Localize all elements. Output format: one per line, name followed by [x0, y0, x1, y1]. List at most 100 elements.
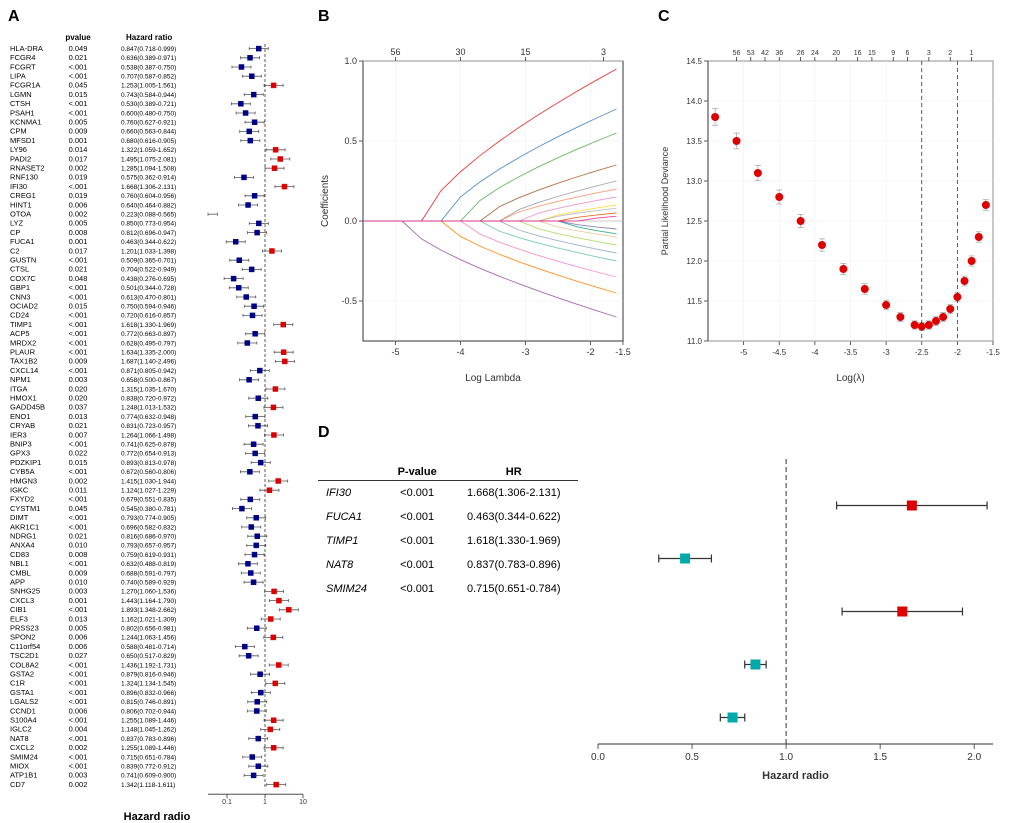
d-pvalue-0: <0.001: [385, 481, 450, 506]
svg-text:56: 56: [733, 50, 741, 57]
svg-text:IGLC2: IGLC2: [10, 725, 32, 734]
svg-text:0.009: 0.009: [69, 127, 88, 136]
svg-text:0.772(0.663-0.897): 0.772(0.663-0.897): [121, 331, 176, 338]
svg-text:DIMT: DIMT: [10, 513, 29, 522]
svg-text:0.893(0.813-0.978): 0.893(0.813-0.978): [121, 460, 176, 467]
svg-text:ELF3: ELF3: [10, 614, 28, 623]
svg-text:C2: C2: [10, 246, 20, 255]
svg-text:0.013: 0.013: [69, 614, 88, 623]
svg-text:1: 1: [263, 799, 267, 806]
svg-text:0.816(0.686-0.970): 0.816(0.686-0.970): [121, 534, 176, 541]
svg-text:HMOX1: HMOX1: [10, 394, 37, 403]
svg-text:CPM: CPM: [10, 127, 27, 136]
svg-text:0.008: 0.008: [69, 550, 88, 559]
svg-text:0.021: 0.021: [69, 265, 88, 274]
svg-text:0.0: 0.0: [591, 752, 605, 763]
svg-text:0.802(0.656-0.981): 0.802(0.656-0.981): [121, 626, 176, 633]
svg-text:0.812(0.696-0.947): 0.812(0.696-0.947): [121, 230, 176, 237]
svg-text:0.740(0.589-0.929): 0.740(0.589-0.929): [121, 580, 176, 587]
svg-text:ATP1B1: ATP1B1: [10, 771, 37, 780]
svg-text:CCND1: CCND1: [10, 706, 36, 715]
svg-text:0.5: 0.5: [344, 136, 357, 146]
svg-text:-4: -4: [811, 348, 819, 357]
svg-text:0.660(0.563-0.844): 0.660(0.563-0.844): [121, 129, 176, 136]
svg-text:0.839(0.772-0.912): 0.839(0.772-0.912): [121, 764, 176, 771]
panel-a: A pvalueHazard ratio0.1110HLA-DRA0.0490.…: [0, 0, 310, 817]
svg-text:0.006: 0.006: [69, 633, 88, 642]
svg-text:0.688(0.591-0.797): 0.688(0.591-0.797): [121, 570, 176, 577]
svg-text:1: 1: [970, 50, 974, 57]
svg-text:0.005: 0.005: [69, 118, 88, 127]
svg-text:1.324(1.134-1.545): 1.324(1.134-1.545): [121, 681, 176, 688]
svg-text:CXCL3: CXCL3: [10, 596, 34, 605]
d-pvalue-3: <0.001: [385, 553, 450, 577]
svg-text:0.006: 0.006: [69, 642, 88, 651]
svg-text:0.008: 0.008: [69, 228, 88, 237]
svg-text:FUCA1: FUCA1: [10, 237, 35, 246]
svg-text:PADI2: PADI2: [10, 154, 31, 163]
d-gene-1: FUCA1: [318, 505, 385, 529]
svg-text:PSAH1: PSAH1: [10, 108, 35, 117]
panel-d-label: D: [318, 424, 1012, 442]
svg-text:0.715(0.651-0.784): 0.715(0.651-0.784): [121, 754, 176, 761]
svg-text:TSC2D1: TSC2D1: [10, 651, 39, 660]
svg-text:2.0: 2.0: [967, 752, 981, 763]
svg-text:OCIAD2: OCIAD2: [10, 302, 38, 311]
svg-text:24: 24: [811, 50, 819, 57]
svg-text:<.001: <.001: [69, 467, 88, 476]
svg-text:<.001: <.001: [69, 495, 88, 504]
svg-text:0.704(0.522-0.949): 0.704(0.522-0.949): [121, 267, 176, 274]
svg-text:CYSTM1: CYSTM1: [10, 504, 40, 513]
svg-text:0.003: 0.003: [69, 587, 88, 596]
svg-text:SMIM24: SMIM24: [10, 752, 38, 761]
svg-text:11.0: 11.0: [687, 337, 703, 346]
svg-text:CNN3: CNN3: [10, 292, 30, 301]
svg-text:S100A4: S100A4: [10, 716, 37, 725]
svg-text:0.005: 0.005: [69, 219, 88, 228]
svg-text:0.545(0.380-0.781): 0.545(0.380-0.781): [121, 506, 176, 513]
svg-text:<.001: <.001: [69, 762, 88, 771]
svg-text:ACP5: ACP5: [10, 329, 30, 338]
svg-text:0.600(0.480-0.750): 0.600(0.480-0.750): [121, 110, 176, 117]
svg-text:0.017: 0.017: [69, 154, 88, 163]
svg-text:<.001: <.001: [69, 559, 88, 568]
svg-text:0.002: 0.002: [69, 210, 88, 219]
svg-text:<.001: <.001: [69, 283, 88, 292]
svg-text:14.5: 14.5: [686, 57, 702, 66]
svg-text:1.162(1.021-1.309): 1.162(1.021-1.309): [121, 616, 176, 623]
svg-text:3: 3: [927, 50, 931, 57]
d-pvalue-1: <0.001: [385, 505, 450, 529]
svg-text:0.007: 0.007: [69, 430, 88, 439]
svg-text:1.124(1.027-1.229): 1.124(1.027-1.229): [121, 488, 176, 495]
svg-text:0.027: 0.027: [69, 651, 88, 660]
svg-text:0.588(0.481-0.714): 0.588(0.481-0.714): [121, 644, 176, 651]
svg-text:<.001: <.001: [69, 522, 88, 531]
svg-text:PRSS23: PRSS23: [10, 624, 39, 633]
svg-text:APP: APP: [10, 578, 25, 587]
svg-text:0.017: 0.017: [69, 246, 88, 255]
svg-text:<.001: <.001: [69, 338, 88, 347]
svg-text:<.001: <.001: [69, 513, 88, 522]
svg-text:AKR1C1: AKR1C1: [10, 522, 39, 531]
svg-text:0.021: 0.021: [69, 53, 88, 62]
svg-text:FCGR1A: FCGR1A: [10, 81, 40, 90]
svg-text:Log Lambda: Log Lambda: [465, 373, 521, 384]
svg-text:0.759(0.619-0.931): 0.759(0.619-0.931): [121, 552, 176, 559]
svg-text:<.001: <.001: [69, 182, 88, 191]
svg-text:MIOX: MIOX: [10, 762, 29, 771]
svg-text:1.495(1.075-2.081): 1.495(1.075-2.081): [121, 156, 176, 163]
svg-text:13.0: 13.0: [686, 177, 702, 186]
d-gene-0: IFI30: [318, 481, 385, 506]
svg-text:1.342(1.118-1.611): 1.342(1.118-1.611): [121, 782, 175, 789]
svg-text:Hazard radio: Hazard radio: [762, 770, 829, 782]
svg-text:0.011: 0.011: [69, 486, 87, 495]
svg-text:MRDX2: MRDX2: [10, 338, 36, 347]
svg-text:1.264(1.066-1.498): 1.264(1.066-1.498): [121, 432, 176, 439]
svg-text:ITGA: ITGA: [10, 384, 28, 393]
svg-text:1.148(1.045-1.262): 1.148(1.045-1.262): [121, 727, 176, 734]
svg-text:1.255(1.089-1.446): 1.255(1.089-1.446): [121, 745, 176, 752]
svg-text:<.001: <.001: [69, 734, 88, 743]
svg-text:ANXA4: ANXA4: [10, 541, 35, 550]
svg-text:0.223(0.088-0.565): 0.223(0.088-0.565): [121, 212, 176, 219]
svg-text:15: 15: [868, 50, 876, 57]
